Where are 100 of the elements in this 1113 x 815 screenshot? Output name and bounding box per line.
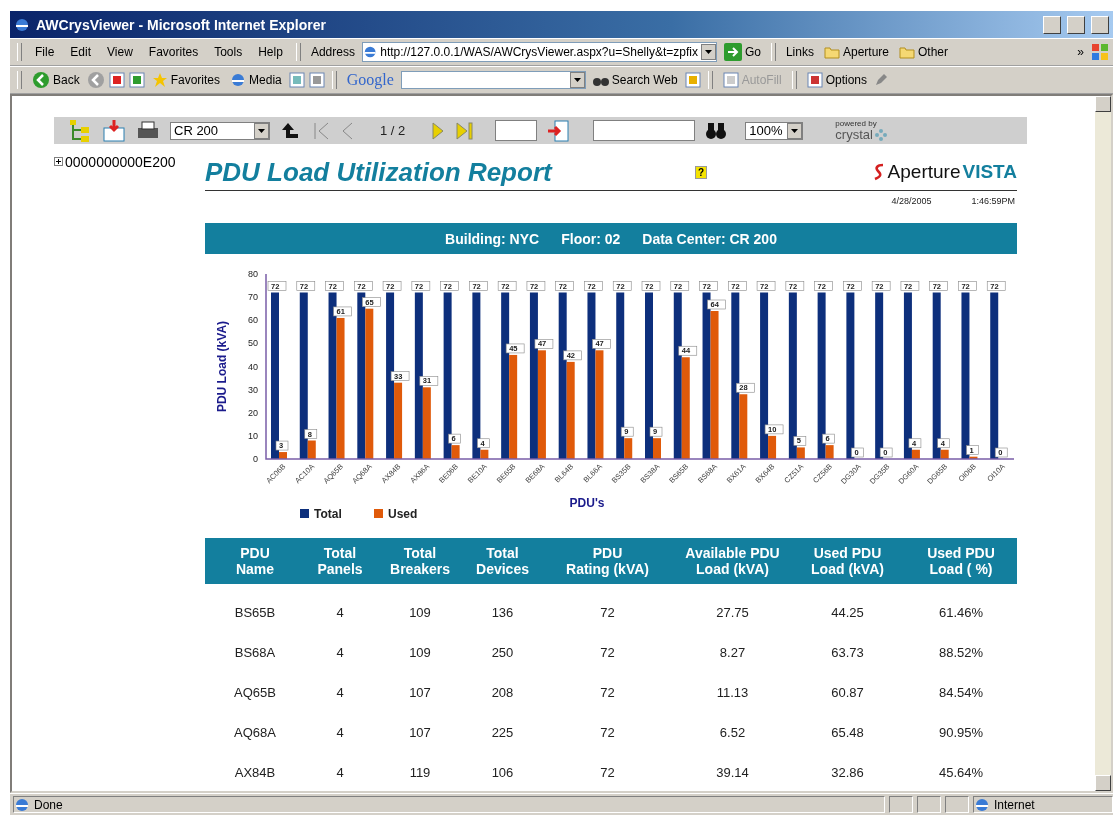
used-bar	[451, 445, 460, 459]
used-bar	[940, 449, 949, 459]
table-cell-text: 4	[335, 765, 345, 780]
minimize-button[interactable]	[1043, 15, 1061, 34]
table-cell-text: 32.86	[830, 765, 865, 780]
menu-item[interactable]: Help	[252, 43, 289, 61]
dropdown-button[interactable]	[700, 44, 716, 60]
globe-icon	[14, 16, 30, 33]
table-cell-text: 90.95%	[937, 725, 985, 740]
legend-label: Used	[388, 507, 418, 521]
print-icon[interactable]	[308, 72, 325, 88]
column-header: Total Panels	[316, 545, 364, 577]
address-field[interactable]: http://127.0.0.1/WAS/AWCrysViewer.aspx?u=Shelly&t=zpfix	[361, 42, 717, 62]
used-bar	[768, 435, 777, 459]
used-bar	[796, 447, 805, 459]
banner-text: Floor: 02	[561, 230, 621, 247]
column-header: Total Devices	[475, 545, 530, 577]
table-cell-text: 72	[599, 765, 616, 780]
menu-item[interactable]: File	[29, 43, 61, 61]
search-field[interactable]	[400, 71, 586, 89]
link-button[interactable]: Aperture	[820, 44, 892, 60]
axis-tick-label: 70	[248, 292, 258, 303]
stop-icon[interactable]	[108, 72, 125, 88]
more-button[interactable]: »	[1074, 44, 1087, 60]
powered-by-text: powered by	[835, 120, 877, 128]
report-date: 4/28/2005	[891, 196, 932, 206]
help-button[interactable]: ?	[695, 165, 708, 179]
table-cell-text: 225	[490, 725, 515, 740]
globe-icon	[230, 72, 247, 88]
options-icon[interactable]	[806, 72, 823, 88]
next-page-icon[interactable]	[431, 120, 446, 141]
zoom-select[interactable]: 100%	[745, 121, 804, 140]
table-cell-text: 45.64%	[937, 765, 985, 780]
table-cell-text: 107	[408, 725, 432, 740]
scrollbar[interactable]	[1095, 96, 1111, 791]
forward-icon[interactable]	[86, 71, 105, 89]
expand-toggle[interactable]	[54, 157, 63, 166]
report-title: PDU Load Utilization Report	[205, 156, 554, 188]
tree-icon[interactable]	[68, 119, 92, 142]
group-select[interactable]: CR 200	[170, 121, 270, 140]
used-bar	[307, 440, 316, 459]
folder-icon	[823, 45, 840, 59]
highlight-icon[interactable]	[684, 72, 701, 88]
pencil-icon	[874, 73, 889, 87]
table-cell-text: AQ65B	[233, 685, 277, 700]
search-field[interactable]	[593, 120, 696, 141]
tree-item[interactable]: 0000000000E200	[65, 154, 176, 170]
back-button[interactable]: Back	[29, 70, 83, 90]
table-cell-text: 72	[599, 645, 616, 660]
scroll-up-button[interactable]	[1095, 96, 1111, 112]
menu-item[interactable]: Favorites	[142, 43, 205, 61]
table-cell-text: 136	[490, 605, 515, 620]
link-button[interactable]: Other	[896, 44, 951, 60]
options-button[interactable]: Options	[803, 71, 871, 89]
axis-tick-label: 60	[248, 315, 258, 326]
axis-title: PDU's	[569, 496, 605, 510]
menu-item[interactable]: View	[101, 43, 139, 61]
table-cell-text: 72	[599, 605, 616, 620]
status-text: Done	[34, 797, 63, 812]
zone-text: Internet	[994, 797, 1035, 812]
used-bar	[624, 438, 633, 459]
favorites-button[interactable]: Favorites	[148, 71, 224, 89]
refresh-icon[interactable]	[128, 72, 145, 88]
column-header: Used PDU Load ( %)	[926, 545, 996, 577]
binoculars-icon[interactable]	[705, 120, 728, 141]
dropdown-button[interactable]	[569, 72, 585, 88]
scroll-down-button[interactable]	[1095, 775, 1111, 791]
table-cell-text: 109	[408, 605, 432, 620]
export-icon[interactable]	[102, 119, 126, 142]
table-cell-text: 106	[490, 765, 515, 780]
table-cell-text: 88.52%	[937, 645, 985, 660]
form-icon[interactable]	[722, 72, 739, 88]
table-cell-text: AX84B	[233, 765, 277, 780]
crystal-logo-text: crystal	[835, 128, 873, 141]
table-cell-text: 11.13	[715, 685, 750, 700]
column-header: Total Breakers	[389, 545, 451, 577]
caret-icon	[258, 128, 265, 133]
history-icon[interactable]	[288, 72, 305, 88]
axis-tick-label: 0	[253, 454, 258, 464]
used-bar	[825, 445, 834, 459]
caret-icon	[573, 78, 581, 82]
column-header: Available PDU Load (kVA)	[684, 545, 781, 577]
previous-page-icon[interactable]	[340, 120, 354, 141]
go-to-page-icon[interactable]	[547, 119, 570, 142]
table-cell-text: AQ68A	[233, 725, 277, 740]
close-button[interactable]	[1091, 15, 1109, 34]
axis-tick-label: 80	[248, 269, 258, 279]
maximize-button[interactable]	[1067, 15, 1085, 34]
menu-item[interactable]: Edit	[64, 43, 98, 61]
google-button[interactable]: Google	[343, 70, 397, 90]
used-bar	[911, 449, 920, 459]
page-field[interactable]	[495, 120, 538, 141]
back-icon[interactable]	[32, 71, 50, 89]
media-button[interactable]: Media	[227, 71, 285, 89]
menu-item[interactable]: Tools	[208, 43, 249, 61]
links-label: Links	[784, 45, 815, 59]
go-button[interactable]: Go	[720, 42, 764, 62]
search-web-button[interactable]: Search Web	[589, 72, 681, 88]
table-cell-text: 4	[335, 605, 345, 620]
table-cell-text: 61.46%	[937, 605, 985, 620]
